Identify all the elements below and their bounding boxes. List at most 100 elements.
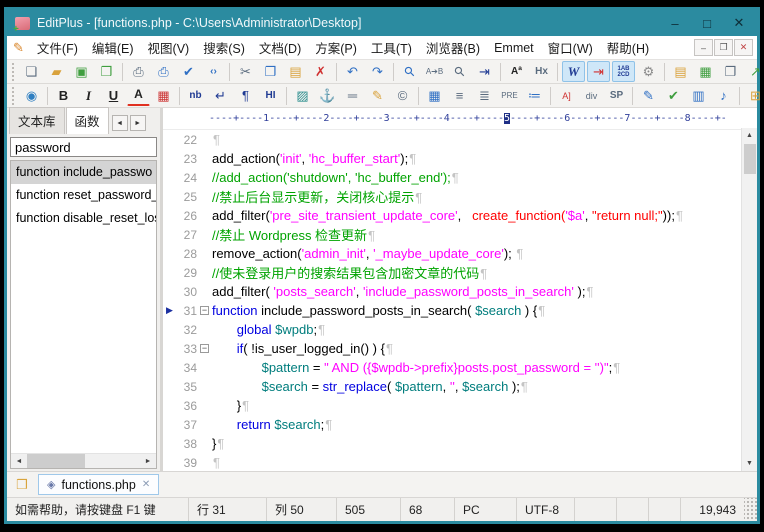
anchor-name-button[interactable]: A] bbox=[555, 85, 578, 106]
insert-list-button[interactable]: ≔ bbox=[523, 85, 546, 106]
fold-collapse-icon[interactable]: − bbox=[200, 344, 209, 353]
indent-guide-button[interactable]: ⇥ bbox=[587, 61, 610, 82]
scroll-left-icon[interactable]: ◄ bbox=[11, 458, 27, 465]
comment-note-button[interactable]: ✎ bbox=[366, 85, 389, 106]
browser-window-button[interactable]: ↗ bbox=[744, 61, 764, 82]
toolbar-grip[interactable] bbox=[12, 63, 14, 81]
horizontal-rule-button[interactable]: ═ bbox=[341, 85, 364, 106]
menu-item-7[interactable]: 浏览器(B) bbox=[419, 36, 487, 59]
div-tag-button[interactable]: div bbox=[580, 85, 603, 106]
italic-button[interactable]: I bbox=[77, 85, 100, 106]
tab-cliptext[interactable]: 文本库 bbox=[9, 107, 65, 134]
maximize-button[interactable]: □ bbox=[691, 11, 723, 35]
span-tag-button[interactable]: SP bbox=[605, 85, 628, 106]
code-line-38[interactable]: 38}¶ bbox=[163, 434, 741, 453]
save-all-button[interactable]: ❒ bbox=[95, 61, 118, 82]
cut-button[interactable]: ✂ bbox=[234, 61, 257, 82]
menu-item-0[interactable]: 文件(F) bbox=[30, 36, 85, 59]
spell-check-button[interactable]: ✔ bbox=[177, 61, 200, 82]
cliptext-window-button[interactable]: ▦ bbox=[694, 61, 717, 82]
menu-item-4[interactable]: 文档(D) bbox=[252, 36, 308, 59]
menu-item-1[interactable]: 编辑(E) bbox=[85, 36, 141, 59]
tab-scroll-right-icon[interactable]: ► bbox=[130, 115, 146, 131]
mdi-restore-button[interactable]: ❐ bbox=[714, 39, 733, 56]
color-picker-button[interactable]: ▦ bbox=[152, 85, 175, 106]
center-text-button[interactable]: ≣ bbox=[473, 85, 496, 106]
scroll-right-icon[interactable]: ► bbox=[140, 458, 156, 465]
menu-item-2[interactable]: 视图(V) bbox=[141, 36, 197, 59]
code-line-22[interactable]: 22¶ bbox=[163, 130, 741, 149]
undo-button[interactable]: ↶ bbox=[341, 61, 364, 82]
code-editor[interactable]: ----+----1----+----2----+----3----+----4… bbox=[163, 108, 757, 471]
code-line-23[interactable]: 23add_action('init', 'hc_buffer_start');… bbox=[163, 149, 741, 168]
find-in-files-button[interactable]: ⚲ bbox=[444, 56, 475, 87]
code-area[interactable]: 22¶23add_action('init', 'hc_buffer_start… bbox=[163, 130, 757, 471]
close-button[interactable]: ✕ bbox=[723, 11, 755, 35]
new-document-button[interactable]: ❏ bbox=[20, 61, 43, 82]
paste-button[interactable]: ▤ bbox=[284, 61, 307, 82]
code-line-33[interactable]: 33−if( !is_user_logged_in() ) {¶ bbox=[163, 339, 741, 358]
code-line-34[interactable]: 34$pattern = " AND ({$wpdb->prefix}posts… bbox=[163, 358, 741, 377]
open-file-button[interactable]: ▰ bbox=[45, 61, 68, 82]
minimize-button[interactable]: – bbox=[659, 11, 691, 35]
word-wrap-button[interactable]: W bbox=[562, 61, 585, 82]
tab-functions-php[interactable]: ◈ functions.php ✕ bbox=[38, 474, 159, 495]
menu-item-3[interactable]: 搜索(S) bbox=[196, 36, 252, 59]
save-button[interactable]: ▣ bbox=[70, 61, 93, 82]
go-to-line-button[interactable]: ⇥ bbox=[473, 61, 496, 82]
document-selector-button[interactable]: ❐ bbox=[719, 61, 742, 82]
code-line-35[interactable]: 35$search = str_replace( $pattern, '', $… bbox=[163, 377, 741, 396]
function-filter-input[interactable] bbox=[10, 137, 157, 157]
menu-item-8[interactable]: Emmet bbox=[487, 39, 541, 57]
print-button[interactable]: ⎙ bbox=[152, 61, 175, 82]
insert-table-button[interactable]: ▦ bbox=[423, 85, 446, 106]
tab-scroll-left-icon[interactable]: ◄ bbox=[112, 115, 128, 131]
code-line-37[interactable]: 37return $search;¶ bbox=[163, 415, 741, 434]
form-controls-button[interactable]: ⊞ bbox=[744, 85, 764, 106]
code-line-25[interactable]: 25//禁止后台显示更新，关闭核心提示¶ bbox=[163, 187, 741, 206]
code-line-27[interactable]: 27//禁止 Wordpress 检查更新¶ bbox=[163, 225, 741, 244]
redo-button[interactable]: ↷ bbox=[366, 61, 389, 82]
insert-image-button[interactable]: ▨ bbox=[291, 85, 314, 106]
heading-button[interactable]: HI bbox=[259, 85, 282, 106]
script-check-button[interactable]: ✔ bbox=[662, 85, 685, 106]
preferences-button[interactable]: ⚙ bbox=[637, 61, 660, 82]
replace-button[interactable]: A➔B bbox=[423, 61, 446, 82]
function-list-item-1[interactable]: function reset_password_ bbox=[11, 184, 156, 207]
browser-preview-button[interactable]: ◉ bbox=[20, 85, 43, 106]
code-cleanup-button[interactable]: ‹› bbox=[202, 61, 225, 82]
bold-button[interactable]: B bbox=[52, 85, 75, 106]
code-line-36[interactable]: 36}¶ bbox=[163, 396, 741, 415]
menu-item-5[interactable]: 方案(P) bbox=[308, 36, 364, 59]
menu-item-10[interactable]: 帮助(H) bbox=[600, 36, 656, 59]
mdi-minimize-button[interactable]: – bbox=[694, 39, 713, 56]
preformatted-button[interactable]: PRE bbox=[498, 85, 521, 106]
hex-viewer-button[interactable]: Hx bbox=[530, 61, 553, 82]
insert-audio-button[interactable]: ♪ bbox=[712, 85, 735, 106]
code-line-31[interactable]: ▶31−function include_password_posts_in_s… bbox=[163, 301, 741, 320]
scroll-up-icon[interactable]: ▲ bbox=[742, 128, 757, 143]
function-list-item-2[interactable]: function disable_reset_los bbox=[11, 207, 156, 230]
tab-functions[interactable]: 函数 bbox=[66, 107, 109, 134]
non-breaking-space-button[interactable]: nb bbox=[184, 85, 207, 106]
special-character-button[interactable]: © bbox=[391, 85, 414, 106]
toolbar-grip[interactable] bbox=[12, 87, 14, 105]
scroll-down-icon[interactable]: ▼ bbox=[742, 456, 757, 471]
delete-button[interactable]: ✗ bbox=[309, 61, 332, 82]
find-button[interactable]: ⚲ bbox=[394, 56, 425, 87]
mdi-close-button[interactable]: ✕ bbox=[734, 39, 753, 56]
form-editor-button[interactable]: ✎ bbox=[637, 85, 660, 106]
font-color-button[interactable]: A bbox=[127, 85, 150, 106]
code-line-26[interactable]: 26add_filter('pre_site_transient_update_… bbox=[163, 206, 741, 225]
document-list-icon[interactable]: ❒ bbox=[11, 475, 33, 495]
fold-collapse-icon[interactable]: − bbox=[200, 306, 209, 315]
insert-video-button[interactable]: ▥ bbox=[687, 85, 710, 106]
print-preview-button[interactable]: ⎙ bbox=[127, 61, 150, 82]
scrollbar-thumb[interactable] bbox=[27, 454, 85, 469]
underline-button[interactable]: U bbox=[102, 85, 125, 106]
anchor-button[interactable]: ⚓ bbox=[316, 85, 339, 106]
code-line-32[interactable]: 32global $wpdb;¶ bbox=[163, 320, 741, 339]
tab-close-icon[interactable]: ✕ bbox=[142, 479, 150, 490]
line-break-button[interactable]: ↵ bbox=[209, 85, 232, 106]
code-line-29[interactable]: 29//使未登录用户的搜索结果包含加密文章的代码¶ bbox=[163, 263, 741, 282]
